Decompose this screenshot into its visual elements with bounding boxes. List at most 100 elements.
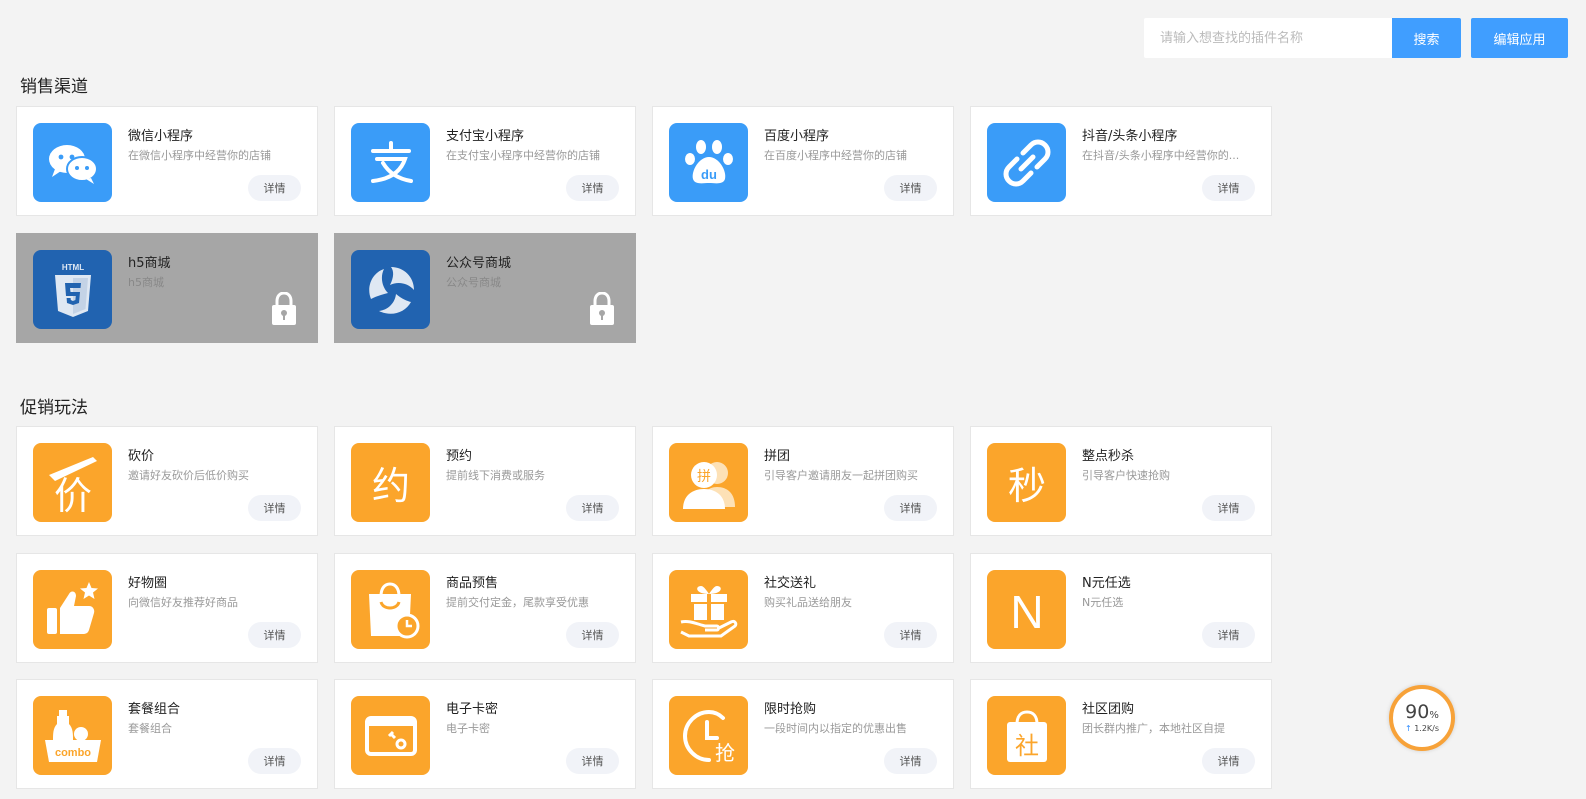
plugin-card-bargain[interactable]: 价 砍价 邀请好友砍价后低价购买 详情 bbox=[16, 426, 318, 536]
plugin-desc: 在抖音/头条小程序中经营你的... bbox=[1082, 149, 1240, 162]
detail-button[interactable]: 详情 bbox=[566, 748, 619, 774]
plugin-desc: 邀请好友砍价后低价购买 bbox=[128, 469, 249, 482]
plugin-card-e-card[interactable]: 电子卡密 电子卡密 详情 bbox=[334, 679, 636, 789]
n-letter-icon: N bbox=[987, 570, 1066, 649]
plugin-name: N元任选 bbox=[1082, 576, 1131, 591]
plugin-card-reservation[interactable]: 约 预约 提前线下消费或服务 详情 bbox=[334, 426, 636, 536]
search-button[interactable]: 搜索 bbox=[1392, 18, 1461, 58]
plugin-card-timed-sale[interactable]: 抢 限时抢购 一段时间内以指定的优惠出售 详情 bbox=[652, 679, 954, 789]
plugin-name: 支付宝小程序 bbox=[446, 129, 525, 144]
plugin-card-community-group-buy[interactable]: 社 社区团购 团长群内推广，本地社区自提 详情 bbox=[970, 679, 1272, 789]
plugin-name: 整点秒杀 bbox=[1082, 449, 1135, 464]
plugin-desc: 在百度小程序中经营你的店铺 bbox=[764, 149, 907, 162]
svg-text:价: 价 bbox=[53, 474, 91, 513]
plugin-card-social-gift[interactable]: 社交送礼 购买礼品送给朋友 详情 bbox=[652, 553, 954, 663]
plugin-card-wechat[interactable]: 微信小程序 在微信小程序中经营你的店铺 详情 bbox=[16, 106, 318, 216]
detail-button[interactable]: 详情 bbox=[566, 495, 619, 521]
toolbar: 搜索 编辑应用 bbox=[1144, 18, 1568, 58]
plugin-card-group-buy[interactable]: 拼 拼团 引导客户邀请朋友一起拼团购买 详情 bbox=[652, 426, 954, 536]
svg-text:du: du bbox=[701, 167, 717, 182]
plugin-name: h5商城 bbox=[128, 256, 171, 271]
plugin-name: 抖音/头条小程序 bbox=[1082, 129, 1178, 144]
svg-text:抢: 抢 bbox=[715, 741, 735, 765]
plugin-name: 公众号商城 bbox=[446, 256, 512, 271]
lock-icon bbox=[272, 292, 296, 325]
plugin-name: 社交送礼 bbox=[764, 576, 817, 591]
html5-icon: HTML bbox=[33, 250, 112, 329]
plugin-card-douyin[interactable]: 抖音/头条小程序 在抖音/头条小程序中经营你的... 详情 bbox=[970, 106, 1272, 216]
reservation-icon: 约 bbox=[351, 443, 430, 522]
plugin-desc: 套餐组合 bbox=[128, 722, 172, 735]
plugin-card-official-account-mall[interactable]: 公众号商城 公众号商城 bbox=[334, 233, 636, 343]
detail-button[interactable]: 详情 bbox=[248, 748, 301, 774]
flash-sale-icon: 秒 bbox=[987, 443, 1066, 522]
section-title-promo: 促销玩法 bbox=[20, 398, 88, 418]
detail-button[interactable]: 详情 bbox=[1202, 175, 1255, 201]
detail-button[interactable]: 详情 bbox=[1202, 495, 1255, 521]
lock-icon bbox=[590, 292, 614, 325]
plugin-name: 好物圈 bbox=[128, 576, 168, 591]
plugin-desc: 引导客户邀请朋友一起拼团购买 bbox=[764, 469, 918, 482]
plugin-card-h5-mall[interactable]: HTML h5商城 h5商城 bbox=[16, 233, 318, 343]
detail-button[interactable]: 详情 bbox=[248, 622, 301, 648]
plugin-desc: 电子卡密 bbox=[446, 722, 490, 735]
plugin-card-n-yuan[interactable]: N N元任选 N元任选 详情 bbox=[970, 553, 1272, 663]
plugin-desc: 提前交付定金，尾款享受优惠 bbox=[446, 596, 589, 609]
plugin-desc: 提前线下消费或服务 bbox=[446, 469, 545, 482]
plugin-name: 预约 bbox=[446, 449, 473, 464]
detail-button[interactable]: 详情 bbox=[884, 748, 937, 774]
plugin-desc: 一段时间内以指定的优惠出售 bbox=[764, 722, 907, 735]
bargain-icon: 价 bbox=[33, 443, 112, 522]
plugin-desc: 公众号商城 bbox=[446, 276, 501, 289]
plugin-card-baidu[interactable]: du 百度小程序 在百度小程序中经营你的店铺 详情 bbox=[652, 106, 954, 216]
group-buy-icon: 拼 bbox=[669, 443, 748, 522]
official-account-icon bbox=[351, 250, 430, 329]
plugin-card-flash-sale[interactable]: 秒 整点秒杀 引导客户快速抢购 详情 bbox=[970, 426, 1272, 536]
plugin-search-input[interactable] bbox=[1144, 18, 1392, 58]
community-bag-icon: 社 bbox=[987, 696, 1066, 775]
speed-rate: ↑ 1.2K/s bbox=[1404, 724, 1440, 733]
detail-button[interactable]: 详情 bbox=[248, 495, 301, 521]
plugin-name: 百度小程序 bbox=[764, 129, 830, 144]
detail-button[interactable]: 详情 bbox=[884, 495, 937, 521]
plugin-desc: 向微信好友推荐好商品 bbox=[128, 596, 238, 609]
detail-button[interactable]: 详情 bbox=[566, 622, 619, 648]
svg-text:社: 社 bbox=[1015, 732, 1039, 760]
detail-button[interactable]: 详情 bbox=[1202, 622, 1255, 648]
alipay-icon bbox=[351, 123, 430, 202]
plugin-desc: 引导客户快速抢购 bbox=[1082, 469, 1170, 482]
network-speed-widget[interactable]: 90% ↑ 1.2K/s bbox=[1389, 685, 1455, 751]
plugin-name: 微信小程序 bbox=[128, 129, 194, 144]
plugin-desc: 在支付宝小程序中经营你的店铺 bbox=[446, 149, 600, 162]
plugin-name: 商品预售 bbox=[446, 576, 499, 591]
plugin-card-combo[interactable]: combo 套餐组合 套餐组合 详情 bbox=[16, 679, 318, 789]
douyin-icon bbox=[987, 123, 1066, 202]
edit-apps-button[interactable]: 编辑应用 bbox=[1471, 18, 1568, 58]
svg-text:combo: combo bbox=[54, 747, 90, 759]
plugin-desc: 团长群内推广，本地社区自提 bbox=[1082, 722, 1225, 735]
detail-button[interactable]: 详情 bbox=[566, 175, 619, 201]
plugin-card-good-circle[interactable]: 好物圈 向微信好友推荐好商品 详情 bbox=[16, 553, 318, 663]
speed-percent: 90% bbox=[1405, 701, 1439, 723]
plugin-name: 砍价 bbox=[128, 449, 155, 464]
section-title-sales: 销售渠道 bbox=[20, 77, 88, 97]
upload-arrow-icon: ↑ bbox=[1404, 724, 1412, 733]
plugin-desc: N元任选 bbox=[1082, 596, 1124, 609]
svg-text:秒: 秒 bbox=[1007, 464, 1045, 508]
plugin-card-alipay[interactable]: 支付宝小程序 在支付宝小程序中经营你的店铺 详情 bbox=[334, 106, 636, 216]
plugin-card-presale[interactable]: 商品预售 提前交付定金，尾款享受优惠 详情 bbox=[334, 553, 636, 663]
plugin-name: 拼团 bbox=[764, 449, 791, 464]
plugin-name: 社区团购 bbox=[1082, 702, 1135, 717]
timed-sale-icon: 抢 bbox=[669, 696, 748, 775]
plugin-desc: 购买礼品送给朋友 bbox=[764, 596, 852, 609]
combo-icon: combo bbox=[33, 696, 112, 775]
svg-text:N: N bbox=[1010, 586, 1043, 638]
plugin-name: 套餐组合 bbox=[128, 702, 181, 717]
svg-text:约: 约 bbox=[371, 464, 409, 508]
detail-button[interactable]: 详情 bbox=[248, 175, 301, 201]
detail-button[interactable]: 详情 bbox=[1202, 748, 1255, 774]
detail-button[interactable]: 详情 bbox=[884, 622, 937, 648]
gift-icon bbox=[669, 570, 748, 649]
detail-button[interactable]: 详情 bbox=[884, 175, 937, 201]
plugin-desc: h5商城 bbox=[128, 276, 164, 289]
